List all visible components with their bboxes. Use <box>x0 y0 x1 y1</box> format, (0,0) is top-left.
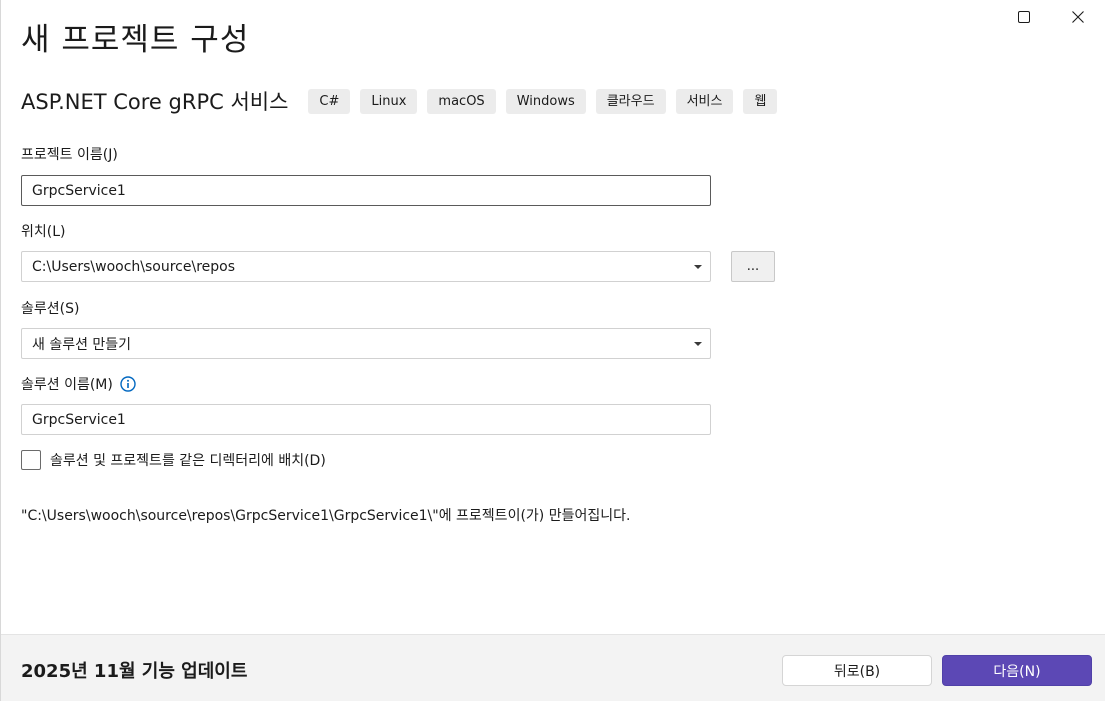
project-path-note: "C:\Users\wooch\source\repos\GrpcService… <box>21 508 631 524</box>
template-tags: C# Linux macOS Windows 클라우드 서비스 웹 <box>308 88 787 114</box>
back-button[interactable]: 뒤로(B) <box>782 655 932 686</box>
tag: 클라우드 <box>595 88 666 114</box>
tag: 웹 <box>743 88 778 114</box>
tag: 서비스 <box>675 88 734 114</box>
same-directory-option[interactable]: 솔루션 및 프로젝트를 같은 디렉터리에 배치(D) <box>21 450 326 470</box>
tag: macOS <box>427 88 496 114</box>
template-name: ASP.NET Core gRPC 서비스 <box>21 90 289 114</box>
feature-update-text: 2025년 11월 기능 업데이트 <box>21 661 248 682</box>
dialog-title: 새 프로젝트 구성 <box>21 22 250 58</box>
location-combobox[interactable]: C:\Users\wooch\source\repos <box>21 251 711 282</box>
close-icon <box>1072 11 1084 23</box>
tag: C# <box>308 88 351 114</box>
location-label: 위치(L) <box>21 224 66 240</box>
solution-value: 새 솔루션 만들기 <box>32 336 132 353</box>
close-button[interactable] <box>1051 0 1105 34</box>
solution-name-input[interactable] <box>21 404 711 435</box>
next-button[interactable]: 다음(N) <box>942 655 1092 686</box>
solution-name-label-row: 솔루션 이름(M) <box>21 374 136 394</box>
chevron-down-icon <box>694 264 702 269</box>
browse-button[interactable]: ... <box>731 251 775 282</box>
info-icon[interactable] <box>120 376 136 392</box>
location-value: C:\Users\wooch\source\repos <box>32 258 236 275</box>
configure-project-dialog: 새 프로젝트 구성 ASP.NET Core gRPC 서비스 C# Linux… <box>0 0 1105 701</box>
same-directory-checkbox[interactable] <box>21 450 41 470</box>
template-info: ASP.NET Core gRPC 서비스 C# Linux macOS Win… <box>21 86 787 116</box>
same-directory-label: 솔루션 및 프로젝트를 같은 디렉터리에 배치(D) <box>50 453 326 469</box>
project-name-label: 프로젝트 이름(J) <box>21 147 118 163</box>
project-name-input[interactable] <box>21 175 711 206</box>
maximize-icon <box>1018 11 1030 23</box>
solution-dropdown[interactable]: 새 솔루션 만들기 <box>21 328 711 359</box>
chevron-down-icon <box>694 341 702 346</box>
window-controls <box>997 0 1105 34</box>
maximize-button[interactable] <box>997 0 1051 34</box>
dialog-footer: 2025년 11월 기능 업데이트 뒤로(B) 다음(N) <box>1 634 1105 701</box>
solution-name-label: 솔루션 이름(M) <box>21 377 113 393</box>
tag: Windows <box>505 88 586 114</box>
tag: Linux <box>360 88 418 114</box>
solution-label: 솔루션(S) <box>21 301 80 317</box>
